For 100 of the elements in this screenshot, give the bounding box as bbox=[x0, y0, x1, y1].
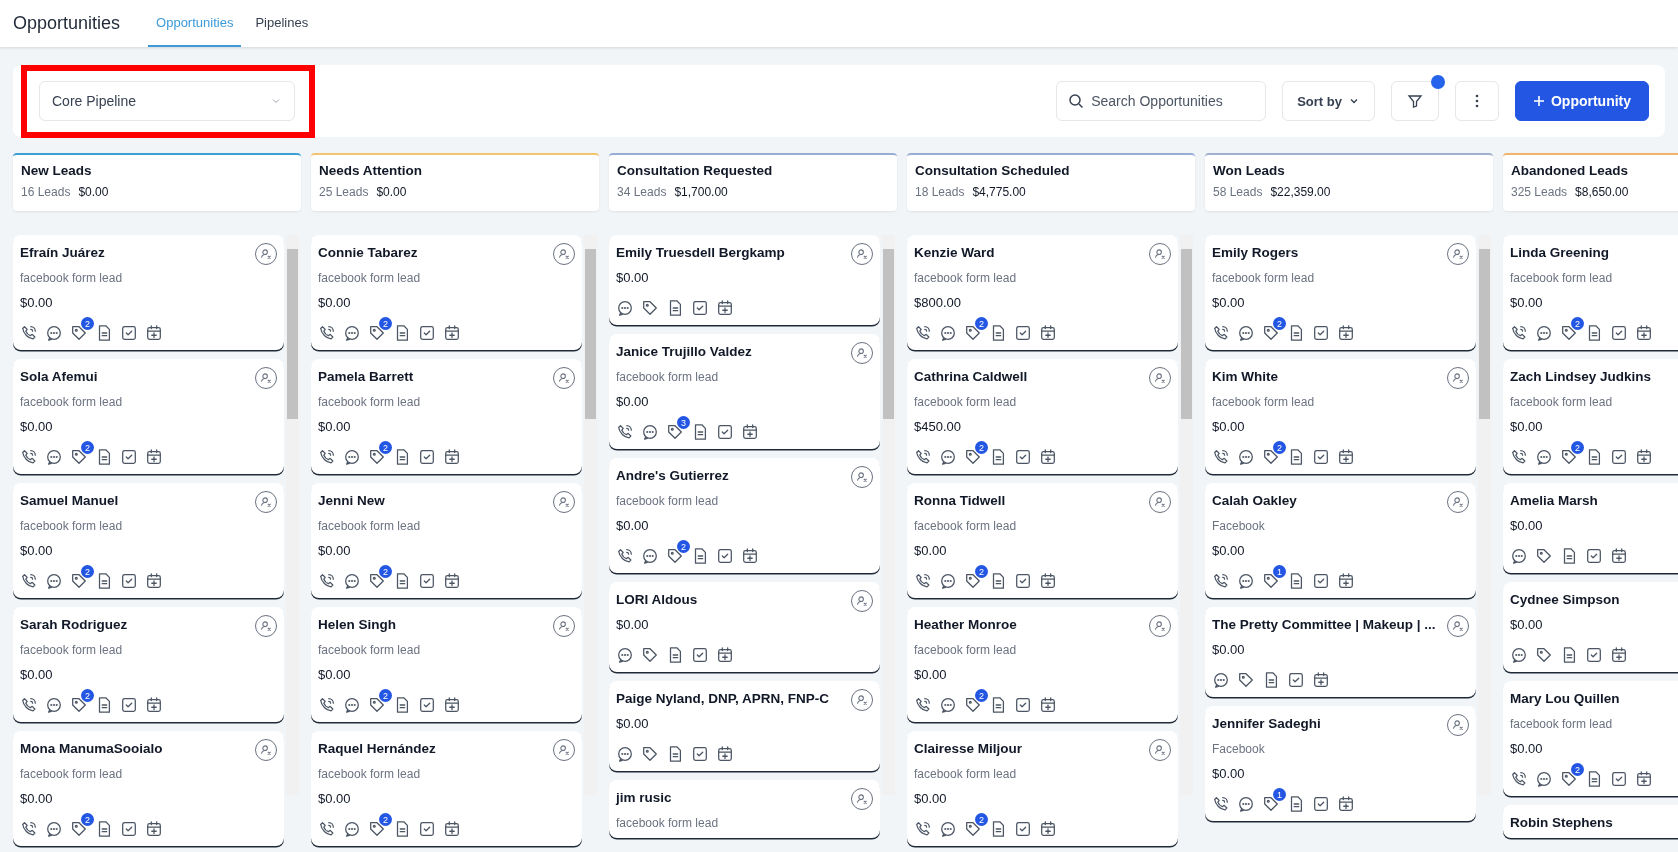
chat-icon[interactable] bbox=[343, 696, 361, 714]
calendar-icon[interactable] bbox=[1337, 324, 1355, 342]
phone-icon[interactable] bbox=[914, 448, 932, 466]
calendar-icon[interactable] bbox=[716, 646, 734, 664]
calendar-icon[interactable] bbox=[1039, 820, 1057, 838]
checkbox-icon[interactable] bbox=[716, 547, 734, 565]
chat-icon[interactable] bbox=[1535, 448, 1553, 466]
phone-icon[interactable] bbox=[616, 423, 634, 441]
checkbox-icon[interactable] bbox=[1585, 547, 1603, 565]
checkbox-icon[interactable] bbox=[1610, 770, 1628, 788]
scrollbar[interactable] bbox=[1478, 235, 1491, 795]
calendar-icon[interactable] bbox=[443, 696, 461, 714]
phone-icon[interactable] bbox=[318, 572, 336, 590]
calendar-icon[interactable] bbox=[1635, 448, 1653, 466]
phone-icon[interactable] bbox=[20, 448, 38, 466]
opportunity-card[interactable]: Ronna Tidwell facebook form lead $0.00 2 bbox=[907, 483, 1178, 598]
phone-icon[interactable] bbox=[914, 572, 932, 590]
calendar-icon[interactable] bbox=[145, 820, 163, 838]
checkbox-icon[interactable] bbox=[120, 820, 138, 838]
calendar-icon[interactable] bbox=[145, 696, 163, 714]
calendar-icon[interactable] bbox=[1039, 696, 1057, 714]
opportunity-card[interactable]: Efraín Juárez facebook form lead $0.00 2 bbox=[13, 235, 284, 350]
opportunity-card[interactable]: Sola Afemui facebook form lead $0.00 2 bbox=[13, 359, 284, 474]
chat-icon[interactable] bbox=[1237, 448, 1255, 466]
checkbox-icon[interactable] bbox=[716, 423, 734, 441]
opportunity-card[interactable]: Helen Singh facebook form lead $0.00 2 bbox=[311, 607, 582, 722]
opportunity-card[interactable]: Clairesse Miljour facebook form lead $0.00 2 bbox=[907, 731, 1178, 846]
chat-icon[interactable] bbox=[1535, 324, 1553, 342]
checkbox-icon[interactable] bbox=[418, 696, 436, 714]
phone-icon[interactable] bbox=[1212, 572, 1230, 590]
chat-icon[interactable] bbox=[1237, 572, 1255, 590]
checkbox-icon[interactable] bbox=[120, 572, 138, 590]
checkbox-icon[interactable] bbox=[120, 696, 138, 714]
checkbox-icon[interactable] bbox=[691, 646, 709, 664]
checkbox-icon[interactable] bbox=[1610, 448, 1628, 466]
checkbox-icon[interactable] bbox=[1014, 820, 1032, 838]
chat-icon[interactable] bbox=[939, 820, 957, 838]
phone-icon[interactable] bbox=[1212, 795, 1230, 813]
opportunity-card[interactable]: Jenni New facebook form lead $0.00 2 bbox=[311, 483, 582, 598]
checkbox-icon[interactable] bbox=[418, 448, 436, 466]
chat-icon[interactable] bbox=[616, 299, 634, 317]
checkbox-icon[interactable] bbox=[120, 448, 138, 466]
opportunity-card[interactable]: Cathrina Caldwell facebook form lead $450.00 2 bbox=[907, 359, 1178, 474]
calendar-icon[interactable] bbox=[1337, 448, 1355, 466]
checkbox-icon[interactable] bbox=[1287, 671, 1305, 689]
checkbox-icon[interactable] bbox=[418, 572, 436, 590]
chat-icon[interactable] bbox=[45, 572, 63, 590]
phone-icon[interactable] bbox=[318, 820, 336, 838]
checkbox-icon[interactable] bbox=[691, 745, 709, 763]
calendar-icon[interactable] bbox=[1635, 324, 1653, 342]
opportunity-card[interactable]: Sarah Rodriguez facebook form lead $0.00 2 bbox=[13, 607, 284, 722]
opportunity-card[interactable]: Kenzie Ward facebook form lead $800.00 2 bbox=[907, 235, 1178, 350]
chat-icon[interactable] bbox=[1237, 324, 1255, 342]
opportunity-card[interactable]: Jennifer Sadeghi Facebook $0.00 1 bbox=[1205, 706, 1476, 821]
phone-icon[interactable] bbox=[20, 324, 38, 342]
opportunity-card[interactable]: Mary Lou Quillen facebook form lead $0.00 2 bbox=[1503, 681, 1678, 796]
calendar-icon[interactable] bbox=[145, 572, 163, 590]
opportunity-card[interactable]: Robin Stephens bbox=[1503, 805, 1678, 838]
chat-icon[interactable] bbox=[1535, 770, 1553, 788]
tag-icon[interactable] bbox=[641, 299, 659, 317]
phone-icon[interactable] bbox=[914, 696, 932, 714]
opportunity-card[interactable]: Cydnee Simpson $0.00 bbox=[1503, 582, 1678, 672]
checkbox-icon[interactable] bbox=[1014, 324, 1032, 342]
opportunity-card[interactable]: Connie Tabarez facebook form lead $0.00 2 bbox=[311, 235, 582, 350]
calendar-icon[interactable] bbox=[443, 572, 461, 590]
opportunity-card[interactable]: The Pretty Committee | Makeup | ... $0.00 bbox=[1205, 607, 1476, 697]
scrollbar[interactable] bbox=[584, 235, 597, 795]
phone-icon[interactable] bbox=[1510, 770, 1528, 788]
phone-icon[interactable] bbox=[20, 572, 38, 590]
chat-icon[interactable] bbox=[1510, 547, 1528, 565]
calendar-icon[interactable] bbox=[1610, 646, 1628, 664]
opportunity-card[interactable]: Janice Trujillo Valdez facebook form lead $0.00 3 bbox=[609, 334, 880, 449]
opportunity-card[interactable]: Paige Nyland, DNP, APRN, FNP-C $0.00 bbox=[609, 681, 880, 771]
checkbox-icon[interactable] bbox=[418, 324, 436, 342]
calendar-icon[interactable] bbox=[1039, 324, 1057, 342]
opportunity-card[interactable]: LORI Aldous $0.00 bbox=[609, 582, 880, 672]
scrollbar-thumb[interactable] bbox=[883, 249, 894, 419]
opportunity-card[interactable]: Amelia Marsh $0.00 bbox=[1503, 483, 1678, 573]
checkbox-icon[interactable] bbox=[1312, 795, 1330, 813]
checkbox-icon[interactable] bbox=[691, 299, 709, 317]
opportunity-card[interactable]: Calah Oakley Facebook $0.00 1 bbox=[1205, 483, 1476, 598]
calendar-icon[interactable] bbox=[1610, 547, 1628, 565]
phone-icon[interactable] bbox=[318, 448, 336, 466]
phone-icon[interactable] bbox=[20, 696, 38, 714]
phone-icon[interactable] bbox=[1510, 324, 1528, 342]
checkbox-icon[interactable] bbox=[1585, 646, 1603, 664]
phone-icon[interactable] bbox=[20, 820, 38, 838]
calendar-icon[interactable] bbox=[145, 448, 163, 466]
opportunity-card[interactable]: Pamela Barrett facebook form lead $0.00 2 bbox=[311, 359, 582, 474]
tag-icon[interactable] bbox=[641, 745, 659, 763]
checkbox-icon[interactable] bbox=[418, 820, 436, 838]
calendar-icon[interactable] bbox=[741, 423, 759, 441]
chat-icon[interactable] bbox=[45, 820, 63, 838]
opportunity-card[interactable]: Emily Rogers facebook form lead $0.00 2 bbox=[1205, 235, 1476, 350]
calendar-icon[interactable] bbox=[1039, 572, 1057, 590]
phone-icon[interactable] bbox=[318, 324, 336, 342]
opportunity-card[interactable]: Mona ManumaSooialo facebook form lead $0.00 2 bbox=[13, 731, 284, 846]
calendar-icon[interactable] bbox=[443, 324, 461, 342]
tag-icon[interactable] bbox=[1535, 547, 1553, 565]
checkbox-icon[interactable] bbox=[1014, 696, 1032, 714]
